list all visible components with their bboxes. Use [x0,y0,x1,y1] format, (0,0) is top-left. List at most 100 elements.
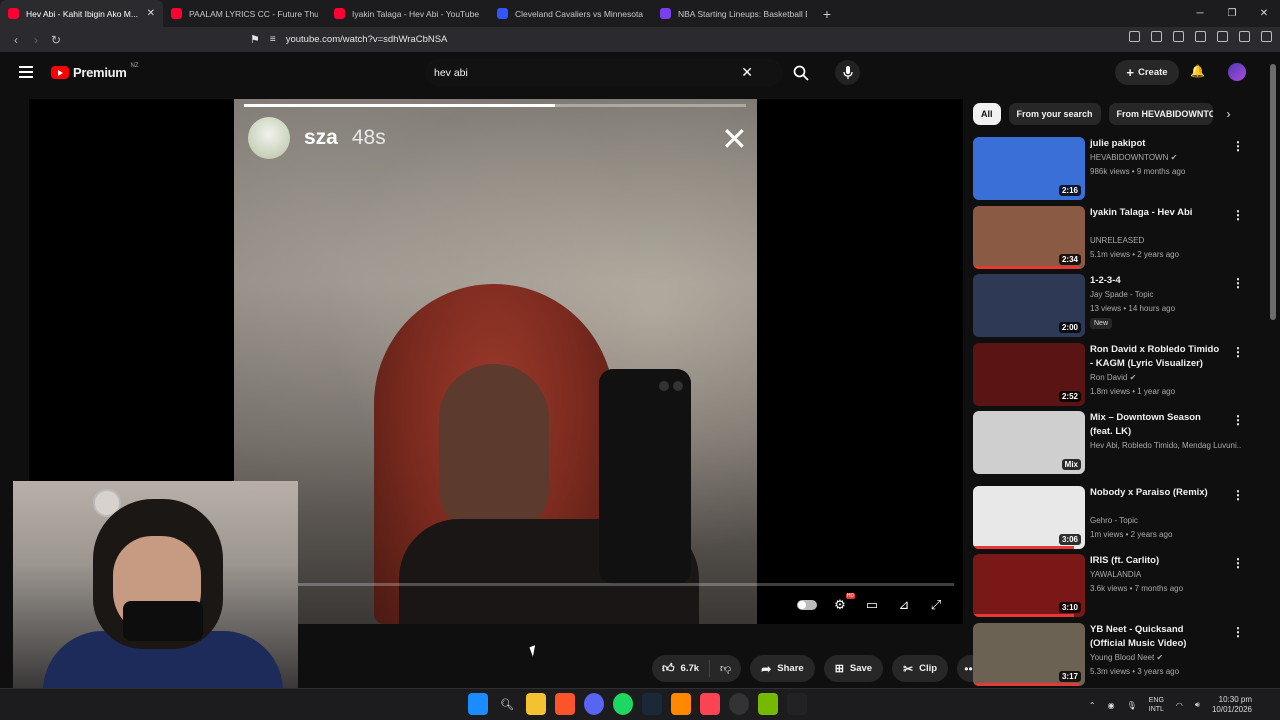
share-button[interactable]: ➦ Share [750,655,815,682]
site-info-icon[interactable]: ≡ [270,34,276,45]
video-thumbnail[interactable]: Mix [973,411,1085,474]
minimize-icon[interactable]: ─ [1184,0,1216,27]
filter-chip[interactable]: From your search [1008,103,1101,125]
recommended-video[interactable]: Mix Mix – Downtown Season (feat. LK) Hev A… [973,411,1253,475]
url-field[interactable]: ⚑ ≡ youtube.com/watch?v=sdhWraCbNSA [250,30,990,49]
video-thumbnail[interactable]: 3:17 [973,623,1085,686]
browser-tab[interactable]: Iyakin Talaga - Hev Abi - YouTube [326,0,489,27]
file-explorer-icon[interactable] [526,693,546,715]
video-thumbnail[interactable]: 3:10 [973,554,1085,617]
channel-name[interactable]: UNRELEASED [1090,234,1242,247]
game-launcher-icon[interactable] [729,693,749,715]
cast-icon[interactable]: ⊿ [895,597,913,613]
volume-icon[interactable]: 🔊︎ [1195,700,1200,710]
network-app-icon[interactable]: ◉ [1108,701,1115,710]
back-icon[interactable]: ‹ [6,33,26,47]
steam-icon[interactable] [642,693,662,715]
video-title[interactable]: Mix – Downtown Season (feat. LK) [1090,411,1220,438]
autoplay-toggle[interactable] [797,600,817,610]
video-title[interactable]: 1-2-3-4 [1090,274,1220,288]
tab-close-icon[interactable]: ✕ [147,8,155,19]
taskbar-search-icon[interactable]: 🔍︎ [497,693,517,715]
video-title[interactable]: Iyakin Talaga - Hev Abi [1090,206,1220,220]
forward-icon[interactable]: › [26,33,46,47]
channel-name[interactable]: Gehro - Topic [1090,514,1242,527]
clear-search-icon[interactable]: ✕ [741,64,753,81]
recommended-video[interactable]: 2:52 Ron David x Robledo Timido - KAGM (L… [973,343,1253,407]
video-title[interactable]: julie pakipot [1090,137,1220,151]
menu-icon[interactable] [1261,31,1272,42]
nvidia-icon[interactable] [758,693,778,715]
language-indicator[interactable]: ENG INTL [1149,696,1164,714]
browser-tab[interactable]: NBA Starting Lineups: Basketball Da... [652,0,815,27]
video-options-icon[interactable]: ⋮ [1232,556,1244,570]
channel-name[interactable]: Hev Abi, Robledo Timido, Mendag Luvuni..… [1090,439,1242,452]
search-input[interactable]: hev abi ✕ [425,59,783,86]
reload-icon[interactable]: ↻ [46,33,66,47]
browser-tab[interactable]: PAALAM LYRICS CC - Future Thug ft... [163,0,326,27]
save-button[interactable]: ⊞ Save [823,655,884,682]
video-thumbnail[interactable]: 2:16 [973,137,1085,200]
chevron-right-icon[interactable]: › [1227,107,1231,121]
filter-chip[interactable]: All [973,103,1001,125]
recommended-video[interactable]: 3:06 Nobody x Paraiso (Remix) Gehro - Topi… [973,486,1253,550]
search-button[interactable] [788,60,814,86]
new-tab-icon[interactable]: + [815,0,839,27]
brave-browser-icon[interactable] [555,693,575,715]
tray-microphone-icon[interactable]: 🎙︎ [1127,701,1137,710]
youtube-logo[interactable]: Premium NZ [51,63,139,80]
taskbar-clock[interactable]: 10:30 pm 10/01/2026 [1212,695,1252,715]
recommended-video[interactable]: 2:34 Iyakin Talaga - Hev Abi UNRELEASED 5.1… [973,206,1253,270]
video-title[interactable]: Nobody x Paraiso (Remix) [1090,486,1220,500]
filter-chip[interactable]: From HEVABIDOWNTO [1108,103,1213,125]
recommended-video[interactable]: 3:17 YB Neet - Quicksand (Official Music … [973,623,1253,687]
recommended-video[interactable]: 2:16 julie pakipot HEVABIDOWNTOWN ✔ 986k vi… [973,137,1253,201]
media-icon[interactable] [1151,31,1162,42]
voice-search-button[interactable] [835,60,860,85]
discord-icon[interactable] [584,693,604,715]
create-button[interactable]: + Create [1115,60,1179,85]
video-progress-bar[interactable] [298,583,954,586]
video-options-icon[interactable]: ⋮ [1232,625,1244,639]
leo-icon[interactable] [1217,31,1228,42]
video-title[interactable]: YB Neet - Quicksand (Official Music Vide… [1090,623,1220,650]
browser-tab[interactable]: Hev Abi - Kahit Ibigin Ako M... ✕ [0,0,163,27]
video-options-icon[interactable]: ⋮ [1232,413,1244,427]
wallet-icon[interactable] [1195,31,1206,42]
video-title[interactable]: Ron David x Robledo Timido - KAGM (Lyric… [1090,343,1220,370]
miniplayer-icon[interactable]: ▭ [863,597,881,613]
video-options-icon[interactable]: ⋮ [1232,208,1244,222]
recommended-video[interactable]: 2:00 1-2-3-4 Jay Spade - Topic 13 views • 1… [973,274,1253,338]
clip-button[interactable]: ✂ Clip [892,655,949,682]
wifi-icon[interactable]: ◠ [1176,701,1183,710]
channel-name[interactable]: Ron David ✔ [1090,371,1242,384]
fullscreen-icon[interactable]: ⤢ [927,597,945,613]
video-options-icon[interactable]: ⋮ [1232,345,1244,359]
video-thumbnail[interactable]: 2:34 [973,206,1085,269]
sidebar-icon[interactable] [1173,31,1184,42]
channel-name[interactable]: Jay Spade - Topic [1090,288,1242,301]
start-windows-icon[interactable] [468,693,488,715]
channel-name[interactable]: Young Blood Neet ✔ [1090,651,1242,664]
vpn-icon[interactable] [1239,31,1250,42]
page-scrollbar[interactable] [1270,64,1276,320]
like-button[interactable]: 👍︎ 6.7k [652,660,711,677]
video-frame[interactable]: sza 48s ✕ [234,99,757,624]
channel-name[interactable]: YAWALANDIA [1090,568,1242,581]
hamburger-menu-icon[interactable] [19,66,33,78]
video-thumbnail[interactable]: 3:06 [973,486,1085,549]
video-options-icon[interactable]: ⋮ [1232,488,1244,502]
video-options-icon[interactable]: ⋮ [1232,276,1244,290]
close-window-icon[interactable]: ✕ [1248,0,1280,27]
video-options-icon[interactable]: ⋮ [1232,139,1244,153]
downloads-icon[interactable] [1129,31,1140,42]
tray-chevron-icon[interactable]: ⌃ [1089,701,1096,710]
maximize-icon[interactable]: ❐ [1216,0,1248,27]
valorant-icon[interactable] [700,693,720,715]
vlc-icon[interactable] [671,693,691,715]
spotify-icon[interactable] [613,693,633,715]
video-thumbnail[interactable]: 2:52 [973,343,1085,406]
account-avatar[interactable] [1228,63,1246,81]
video-thumbnail[interactable]: 2:00 [973,274,1085,337]
notifications-bell-icon[interactable]: 🔔 [1190,64,1205,78]
